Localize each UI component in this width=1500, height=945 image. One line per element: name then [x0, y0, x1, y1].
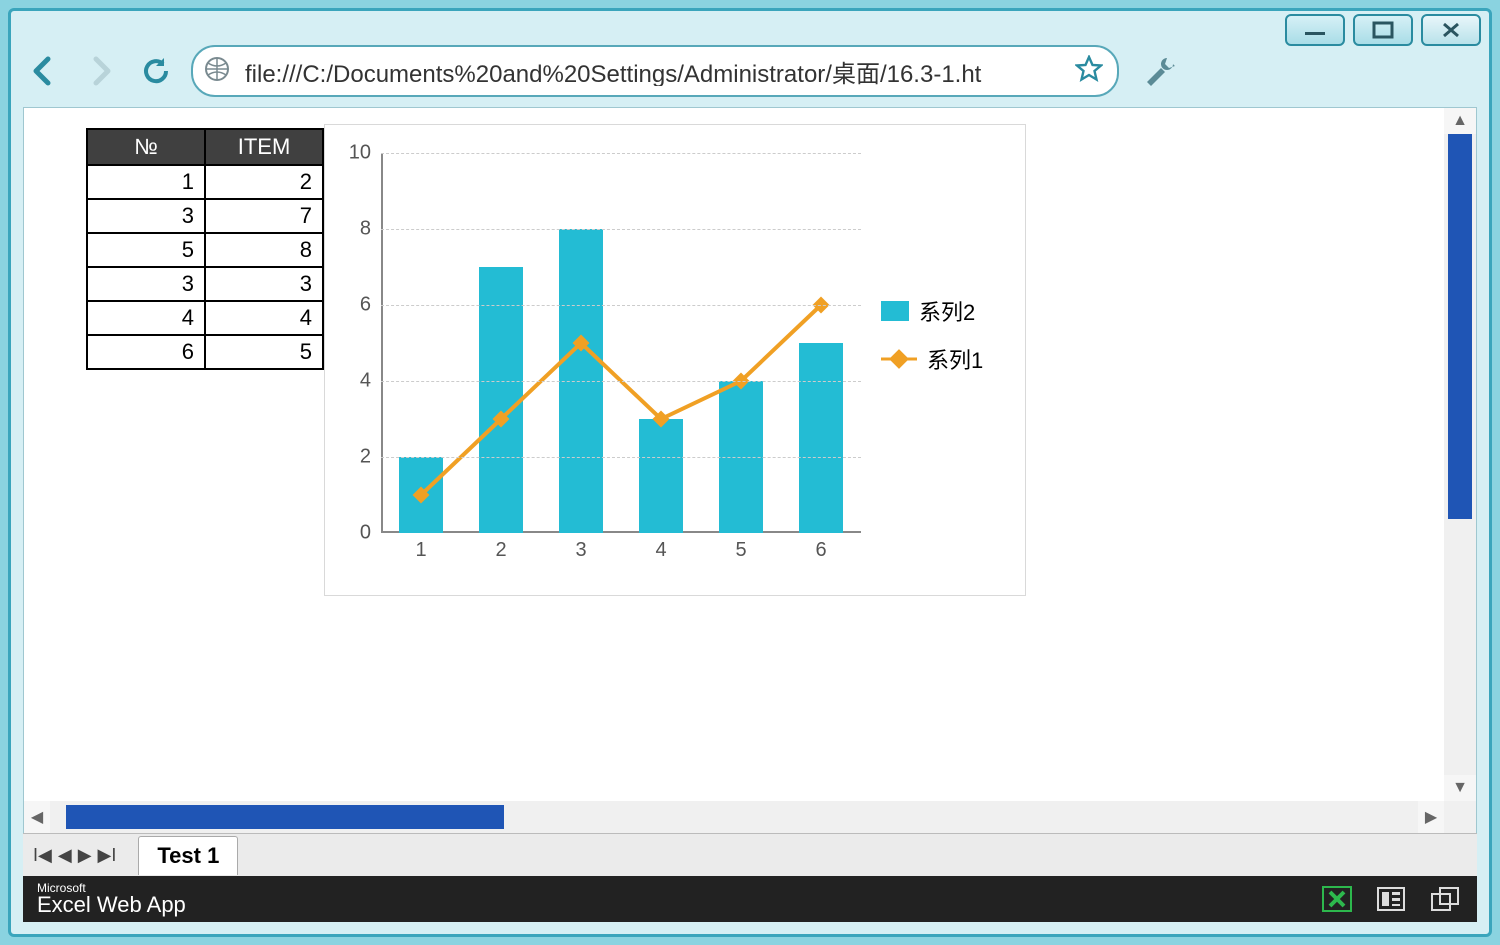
scroll-right-icon[interactable]: ▶ [1418, 801, 1444, 833]
chart-gridline [381, 305, 861, 306]
legend-item-bar: 系列2 [881, 295, 983, 327]
table-cell: 3 [205, 267, 323, 301]
content-viewport: № ITEM 123758334465 0246810 123456 系列2 [24, 108, 1444, 801]
table-cell: 4 [205, 301, 323, 335]
table-cell: 1 [87, 165, 205, 199]
chart-xtick-label: 3 [541, 539, 621, 562]
chart-gridline [381, 457, 861, 458]
table-header-item: ITEM [205, 129, 323, 165]
table-cell: 2 [205, 165, 323, 199]
legend-label: 系列1 [927, 343, 983, 375]
scroll-left-icon[interactable]: ◀ [24, 801, 50, 833]
chart-gridline [381, 153, 861, 154]
table-cell: 8 [205, 233, 323, 267]
scroll-corner [1444, 801, 1476, 833]
horizontal-scrollbar[interactable]: ◀ ▶ [24, 801, 1444, 833]
chart-xtick-label: 2 [461, 539, 541, 562]
legend-swatch-line [881, 349, 917, 369]
legend-swatch-bar [881, 301, 909, 321]
chart-ytick-label: 6 [341, 294, 371, 317]
back-button[interactable] [23, 50, 65, 92]
legend-label: 系列2 [919, 295, 975, 327]
sheet-nav-buttons: I◀ ◀ ▶ ▶I [23, 845, 126, 866]
table-cell: 7 [205, 199, 323, 233]
app-name: Excel Web App [37, 894, 186, 916]
table-cell: 5 [205, 335, 323, 369]
reading-view-icon[interactable] [1373, 884, 1409, 914]
table-row: 37 [87, 199, 323, 233]
app-status-bar: Microsoft Excel Web App [23, 876, 1477, 922]
table-cell: 5 [87, 233, 205, 267]
table-cell: 3 [87, 267, 205, 301]
chart-xtick-label: 6 [781, 539, 861, 562]
scroll-down-icon[interactable]: ▼ [1444, 775, 1476, 801]
chart-xtick-label: 5 [701, 539, 781, 562]
vscroll-thumb[interactable] [1448, 134, 1472, 519]
chart-legend: 系列2 系列1 [881, 295, 983, 391]
address-bar[interactable] [191, 45, 1119, 97]
chart-ytick-label: 4 [341, 370, 371, 393]
table-cell: 3 [87, 199, 205, 233]
sheet-prev-icon[interactable]: ◀ [58, 845, 72, 866]
chart-line-series [381, 153, 861, 533]
browser-toolbar [23, 41, 1477, 101]
popout-icon[interactable] [1427, 884, 1463, 914]
chart-ytick-label: 10 [341, 142, 371, 165]
table-cell: 4 [87, 301, 205, 335]
chart: 0246810 123456 系列2 系列1 [324, 124, 1026, 596]
reload-button[interactable] [135, 50, 177, 92]
url-input[interactable] [243, 56, 1065, 86]
browser-window: № ITEM 123758334465 0246810 123456 系列2 [8, 8, 1492, 937]
chart-gridline [381, 229, 861, 230]
vscroll-track[interactable] [1448, 134, 1472, 775]
chart-xtick-label: 4 [621, 539, 701, 562]
forward-button[interactable] [79, 50, 121, 92]
data-table: № ITEM 123758334465 [86, 128, 324, 370]
table-row: 12 [87, 165, 323, 199]
vertical-scrollbar[interactable]: ▲ ▼ [1444, 108, 1476, 801]
table-header-no: № [87, 129, 205, 165]
sheet-last-icon[interactable]: ▶I [98, 845, 117, 866]
chart-plot-area: 0246810 [381, 153, 861, 533]
chart-gridline [381, 381, 861, 382]
sheet-tab-bar: I◀ ◀ ▶ ▶I Test 1 [23, 833, 1477, 876]
chart-x-labels: 123456 [381, 539, 861, 569]
scroll-up-icon[interactable]: ▲ [1444, 108, 1476, 134]
table-row: 44 [87, 301, 323, 335]
legend-item-line: 系列1 [881, 343, 983, 375]
page-content: № ITEM 123758334465 0246810 123456 系列2 [23, 107, 1477, 834]
sheet-next-icon[interactable]: ▶ [78, 845, 92, 866]
table-row: 58 [87, 233, 323, 267]
globe-icon [203, 55, 233, 88]
sheet-tab[interactable]: Test 1 [138, 836, 238, 875]
chart-ytick-label: 0 [341, 522, 371, 545]
bookmark-star-icon[interactable] [1075, 55, 1103, 88]
settings-wrench-icon[interactable] [1141, 50, 1183, 92]
chart-line [421, 305, 821, 495]
sheet-first-icon[interactable]: I◀ [33, 845, 52, 866]
excel-icon[interactable] [1319, 884, 1355, 914]
hscroll-track[interactable] [50, 805, 1418, 829]
chart-xtick-label: 1 [381, 539, 461, 562]
chart-ytick-label: 8 [341, 218, 371, 241]
table-cell: 6 [87, 335, 205, 369]
hscroll-thumb[interactable] [66, 805, 504, 829]
table-row: 33 [87, 267, 323, 301]
chart-ytick-label: 2 [341, 446, 371, 469]
table-row: 65 [87, 335, 323, 369]
